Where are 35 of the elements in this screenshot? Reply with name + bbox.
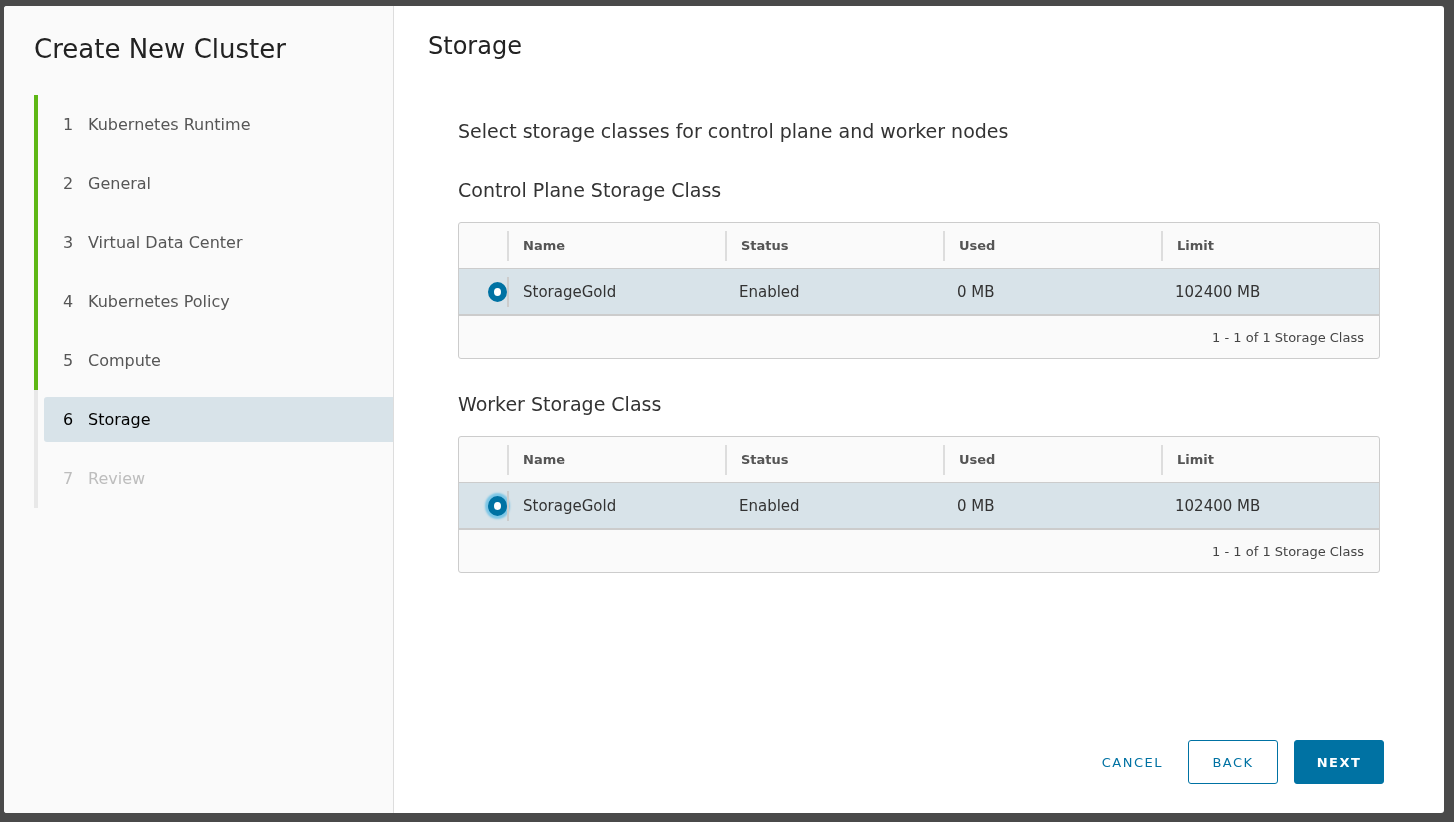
section-heading: Control Plane Storage Class: [458, 179, 723, 201]
table-cell-text: 0 MB: [956, 281, 996, 303]
table-cell: StorageGold: [507, 276, 725, 307]
table-cell-text: 102400 MB: [1174, 281, 1262, 303]
table-cell-text: 0 MB: [956, 495, 996, 517]
next-button[interactable]: NEXT: [1294, 740, 1384, 784]
column-header[interactable]: Status: [725, 230, 943, 261]
wizard-step[interactable]: 3 Virtual Data Center: [44, 220, 393, 265]
wizard-step[interactable]: 5 Compute: [44, 338, 393, 383]
back-button[interactable]: BACK: [1188, 740, 1278, 784]
table-cell: StorageGold: [507, 490, 725, 521]
column-header[interactable]: Limit: [1161, 444, 1379, 475]
table-cell-text: Enabled: [738, 281, 801, 303]
page-description: Select storage classes for control plane and worker nodes: [458, 120, 1010, 142]
column-header[interactable]: Name: [507, 444, 725, 475]
table-row[interactable]: StorageGold Enabled 0 MB 102400 MB: [459, 482, 1379, 530]
page-title: Storage: [428, 32, 523, 60]
wizard-step[interactable]: 6 Storage: [44, 397, 393, 442]
pagination-text: 1 - 1 of 1 Storage Class: [1211, 328, 1365, 347]
table-cell-text: Enabled: [738, 495, 801, 517]
wizard-step: 7 Review: [44, 456, 393, 501]
section-heading: Worker Storage Class: [458, 393, 663, 415]
column-header[interactable]: Limit: [1161, 230, 1379, 261]
table-row[interactable]: StorageGold Enabled 0 MB 102400 MB: [459, 268, 1379, 316]
pagination-text: 1 - 1 of 1 Storage Class: [1211, 542, 1365, 561]
column-header[interactable]: Name: [507, 230, 725, 261]
wizard-step[interactable]: 1 Kubernetes Runtime: [44, 102, 393, 147]
cancel-button[interactable]: CANCEL: [1092, 740, 1172, 784]
wizard-step[interactable]: 4 Kubernetes Policy: [44, 279, 393, 324]
wizard-title: Create New Cluster: [34, 34, 287, 64]
table-cell-text: 102400 MB: [1174, 495, 1262, 517]
wizard-step[interactable]: 2 General: [44, 161, 393, 206]
column-header[interactable]: Used: [943, 444, 1161, 475]
column-header[interactable]: Status: [725, 444, 943, 475]
column-header[interactable]: Used: [943, 230, 1161, 261]
